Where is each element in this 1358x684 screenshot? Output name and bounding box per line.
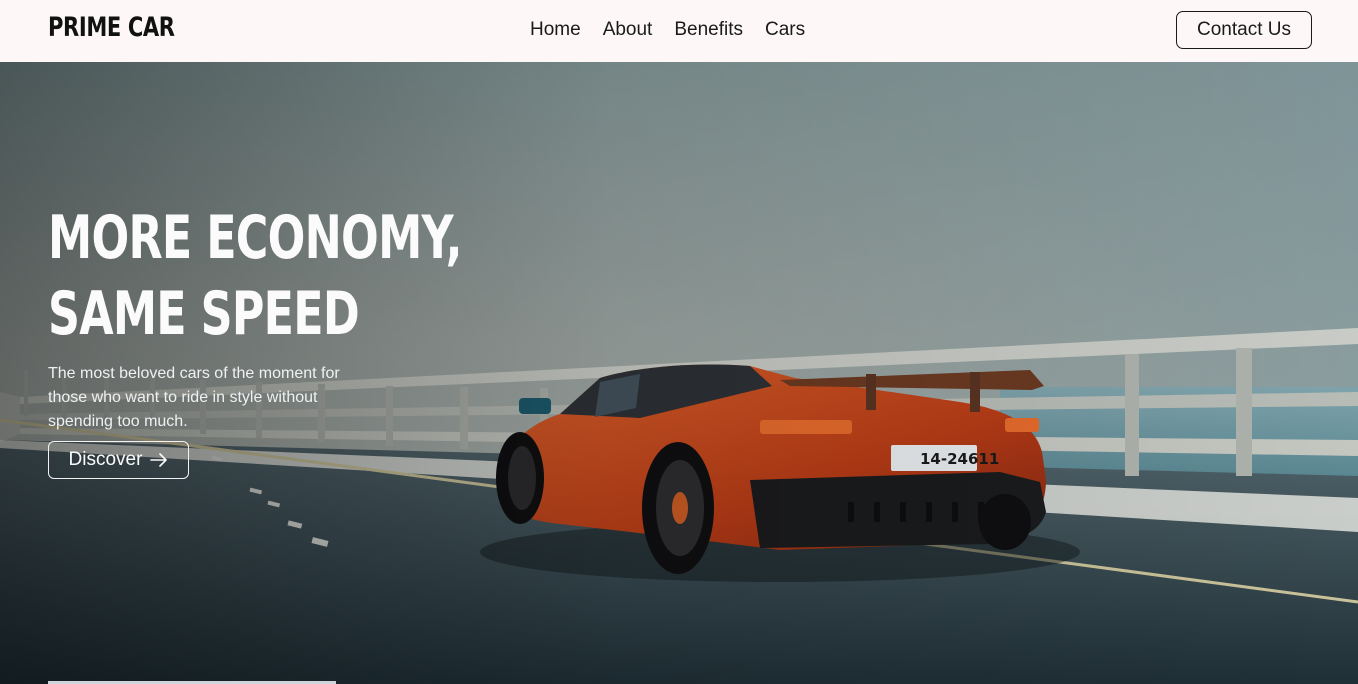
arrow-right-icon (150, 453, 168, 467)
brand-logo[interactable]: PRIME CAR (48, 12, 175, 43)
navbar: PRIME CAR Home About Benefits Cars Conta… (0, 0, 1358, 62)
hero-subtitle: The most beloved cars of the moment for … (48, 365, 340, 430)
nav-menu: Home About Benefits Cars (530, 19, 805, 41)
discover-button[interactable]: Discover (48, 441, 189, 479)
hero-title-line2: SAME SPEED (48, 279, 360, 349)
contact-us-button[interactable]: Contact Us (1176, 11, 1312, 49)
hero-section: 14-24611 MORE ECONOMY, SAME SPEED The mo… (0, 62, 1358, 684)
nav-link-about[interactable]: About (603, 19, 653, 41)
hero-title: MORE ECONOMY, SAME SPEED (48, 200, 462, 352)
discover-button-label: Discover (68, 449, 143, 470)
nav-link-home[interactable]: Home (530, 19, 581, 41)
hero-title-line1: MORE ECONOMY, (48, 203, 462, 273)
nav-link-cars[interactable]: Cars (765, 19, 805, 41)
nav-link-benefits[interactable]: Benefits (674, 19, 743, 41)
